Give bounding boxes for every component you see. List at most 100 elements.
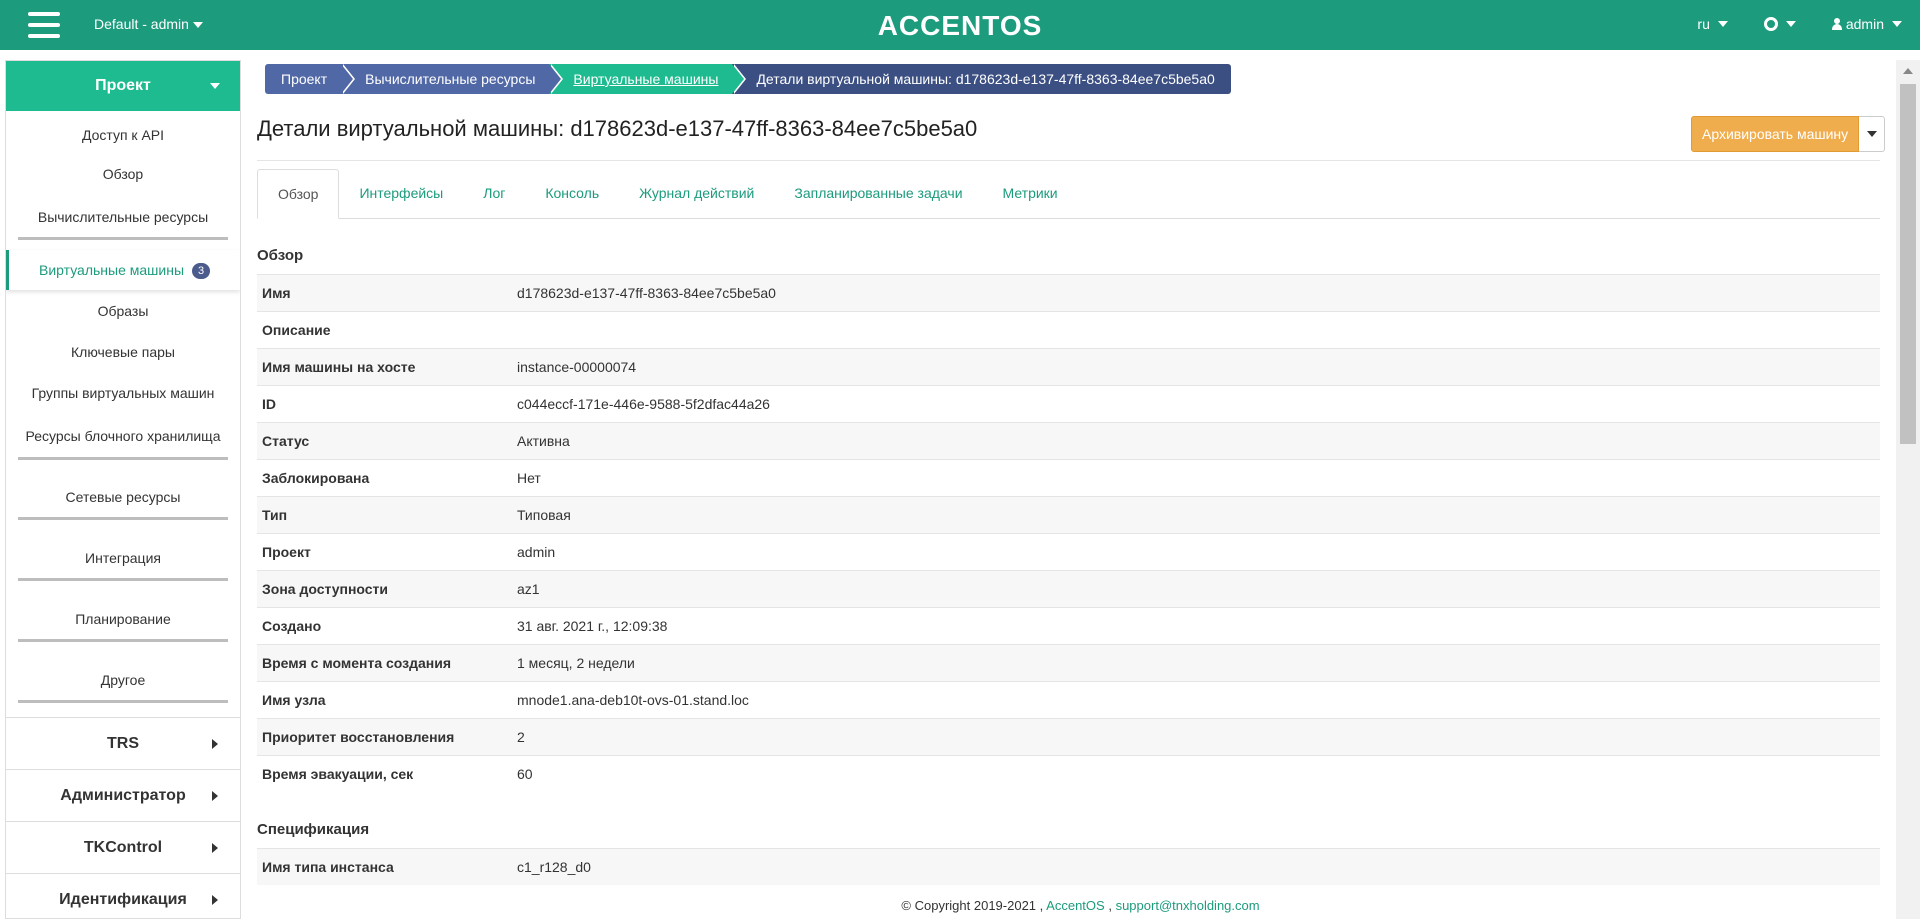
detail-value: az1 — [517, 581, 540, 597]
detail-key: Статус — [262, 433, 310, 449]
project-switcher[interactable]: Default - admin — [94, 16, 203, 32]
actions-dropdown-toggle[interactable] — [1859, 116, 1886, 152]
chevron-down-icon — [1892, 21, 1902, 27]
detail-row: Статус Активна — [257, 422, 1880, 459]
detail-row: Зона доступности az1 — [257, 570, 1880, 607]
detail-row: Тип Типовая — [257, 496, 1880, 533]
breadcrumb-compute[interactable]: Вычислительные ресурсы — [341, 64, 550, 94]
page-scrollbar[interactable] — [1896, 60, 1920, 919]
menu-toggle-icon[interactable] — [28, 12, 60, 38]
sidebar-group-compute[interactable]: Вычислительные ресурсы — [18, 200, 228, 240]
detail-row: Проект admin — [257, 533, 1880, 570]
detail-tabs: Обзор Интерфейсы Лог Консоль Журнал дейс… — [257, 169, 1880, 219]
spec-section-title: Спецификация — [257, 821, 370, 838]
chevron-down-icon — [210, 83, 220, 89]
scrollbar-thumb[interactable] — [1900, 84, 1916, 444]
sidebar-group-planning[interactable]: Планирование — [18, 602, 228, 642]
detail-row: ID c044eccf-171e-446e-9588-5f2dfac44a26 — [257, 385, 1880, 422]
tab-log[interactable]: Лог — [463, 169, 525, 219]
detail-key: ID — [262, 396, 276, 412]
detail-row: Описание — [257, 311, 1880, 348]
project-switcher-label: Default - admin — [94, 16, 189, 32]
detail-value: 60 — [517, 766, 533, 782]
page-title: Детали виртуальной машины: d178623d-e137… — [257, 116, 978, 141]
sidebar-section-admin[interactable]: Администратор — [6, 769, 240, 821]
copyright-text: © Copyright 2019-2021 , — [901, 898, 1044, 913]
instances-count-badge: 3 — [192, 263, 211, 280]
detail-value: c1_r128_d0 — [517, 859, 591, 875]
sidebar-item-images[interactable]: Образы — [6, 290, 240, 332]
tab-interfaces[interactable]: Интерфейсы — [339, 169, 463, 219]
breadcrumb: Проект Вычислительные ресурсы Виртуальны… — [265, 64, 1231, 94]
chevron-right-icon — [212, 790, 218, 801]
breadcrumb-instances[interactable]: Виртуальные машины — [549, 64, 733, 94]
sidebar-section-identity[interactable]: Идентификация — [6, 873, 240, 918]
detail-key: Время с момента создания — [262, 655, 452, 671]
footer: © Copyright 2019-2021 , AccentOS , suppo… — [241, 898, 1920, 913]
logo: ACCENTOS — [877, 10, 1043, 41]
gear-icon — [1763, 17, 1778, 31]
detail-key: Проект — [262, 544, 311, 560]
sidebar-item-server-groups[interactable]: Группы виртуальных машин — [6, 372, 240, 414]
chevron-down-icon — [1717, 21, 1728, 27]
detail-value: 2 — [517, 729, 525, 745]
detail-value: 31 авг. 2021 г., 12:09:38 — [517, 618, 668, 634]
theme-menu[interactable] — [1763, 17, 1796, 31]
sidebar-section-tkcontrol[interactable]: TKControl — [6, 821, 240, 873]
sidebar-group-integration[interactable]: Интеграция — [18, 541, 228, 581]
breadcrumb-current: Детали виртуальной машины: d178623d-e137… — [732, 64, 1231, 94]
accentos-link[interactable]: AccentOS — [1046, 898, 1105, 913]
detail-value: mnode1.ana-deb10t-ovs-01.stand.loc — [517, 692, 749, 708]
tab-metrics[interactable]: Метрики — [983, 169, 1078, 219]
tab-scheduled-tasks[interactable]: Запланированные задачи — [774, 169, 982, 219]
user-menu[interactable]: admin — [1831, 16, 1902, 32]
detail-key: Время эвакуации, сек — [262, 766, 414, 782]
tab-action-log[interactable]: Журнал действий — [619, 169, 774, 219]
detail-row: Время с момента создания 1 месяц, 2 недел… — [257, 644, 1880, 681]
detail-value: Типовая — [517, 507, 571, 523]
detail-row: Имя машины на хосте instance-00000074 — [257, 348, 1880, 385]
sidebar-item-overview[interactable]: Обзор — [6, 156, 240, 198]
breadcrumb-project[interactable]: Проект — [265, 64, 342, 94]
detail-key: Имя типа инстанса — [262, 859, 394, 875]
archive-action-group: Архивировать машину — [1691, 116, 1886, 152]
top-navbar: Default - admin ACCENTOS ru admin — [0, 0, 1920, 50]
sidebar-group-block-storage[interactable]: Ресурсы блочного хранилища — [18, 418, 228, 460]
detail-key: Заблокирована — [262, 470, 370, 486]
detail-row: Заблокирована Нет — [257, 459, 1880, 496]
detail-key: Имя машины на хосте — [262, 359, 416, 375]
footer-separator: , — [1108, 898, 1112, 913]
sidebar-group-network[interactable]: Сетевые ресурсы — [18, 480, 228, 520]
sidebar-item-instances[interactable]: Виртуальные машины 3 — [6, 250, 240, 290]
detail-row: Создано 31 авг. 2021 г., 12:09:38 — [257, 607, 1880, 644]
sidebar-section-trs[interactable]: TRS — [6, 717, 240, 769]
detail-value: admin — [517, 544, 556, 560]
detail-value: 1 месяц, 2 недели — [517, 655, 635, 671]
detail-key: Приоритет восстановления — [262, 729, 455, 745]
detail-row: Приоритет восстановления 2 — [257, 718, 1880, 755]
overview-details-list: Имя d178623d-e137-47ff-8363-84ee7c5be5a0 О… — [257, 274, 1880, 792]
chevron-down-icon — [192, 22, 203, 29]
tab-overview[interactable]: Обзор — [257, 169, 340, 219]
archive-instance-button[interactable]: Архивировать машину — [1691, 116, 1860, 152]
detail-key: Имя — [262, 285, 291, 301]
sidebar: Проект Доступ к API Обзор Вычислительные… — [5, 60, 241, 919]
sidebar-group-other[interactable]: Другое — [18, 663, 228, 703]
detail-key: Тип — [262, 507, 288, 523]
tab-console[interactable]: Консоль — [525, 169, 619, 219]
detail-row: Имя узла mnode1.ana-deb10t-ovs-01.stand.l… — [257, 681, 1880, 718]
detail-value: instance-00000074 — [517, 359, 637, 375]
detail-value: d178623d-e137-47ff-8363-84ee7c5be5a0 — [517, 285, 776, 301]
scroll-up-arrow-icon[interactable] — [1903, 68, 1913, 74]
chevron-right-icon — [212, 738, 218, 749]
sidebar-item-api-access[interactable]: Доступ к API — [6, 114, 240, 156]
detail-key: Описание — [262, 322, 331, 338]
support-email-link[interactable]: support@tnxholding.com — [1116, 898, 1260, 913]
chevron-right-icon — [212, 894, 218, 905]
sidebar-item-key-pairs[interactable]: Ключевые пары — [6, 332, 240, 372]
detail-key: Создано — [262, 618, 322, 634]
sidebar-header-project[interactable]: Проект — [6, 61, 240, 111]
language-switcher[interactable]: ru — [1697, 16, 1728, 32]
chevron-down-icon — [1785, 21, 1796, 27]
chevron-down-icon — [1866, 131, 1877, 137]
